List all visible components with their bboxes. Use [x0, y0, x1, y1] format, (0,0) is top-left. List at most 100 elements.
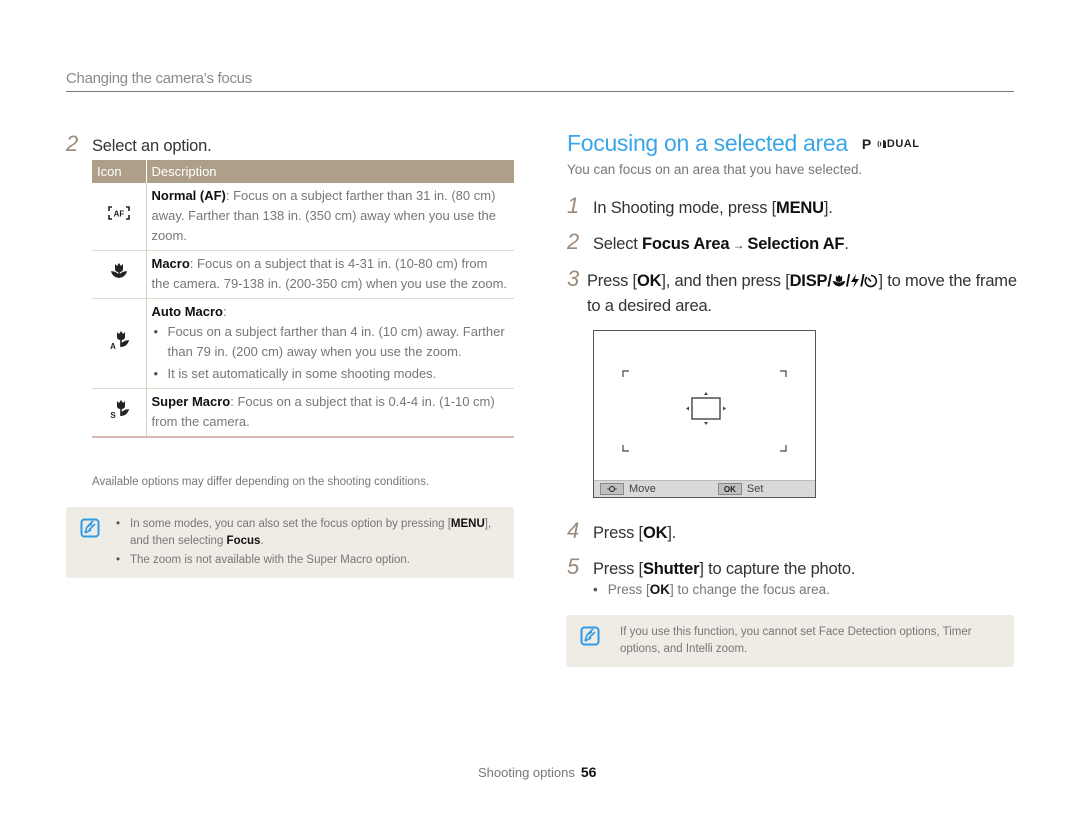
arrow-up-icon [704, 392, 708, 395]
step-text: Press [OK]. [593, 522, 676, 545]
corner-bottom-right [780, 445, 787, 452]
option-bullet: It is set automatically in some shooting… [152, 364, 510, 384]
arrow-left-icon [686, 406, 689, 411]
option-title: Macro [151, 256, 190, 271]
step-number: 2 [567, 229, 580, 254]
focus-label: Focus [226, 535, 261, 547]
option-title: Normal (AF) [151, 188, 226, 203]
svg-text:A: A [110, 342, 116, 350]
timer-key-icon [864, 272, 878, 295]
step-3: 3 Press [OK], and then press [DISP// /] t… [567, 266, 1017, 318]
set-label: Set [746, 483, 764, 495]
step-text-part: ] to capture the photo. [699, 560, 856, 578]
svg-text:S: S [110, 411, 116, 419]
step-number: 2 [66, 131, 79, 156]
af-normal-icon: AF [107, 205, 130, 227]
header-divider [66, 91, 1014, 92]
note-item: The zoom is not available with the Super… [116, 552, 506, 569]
corner-bottom-left [622, 445, 629, 452]
step-1: 1 In Shooting mode, press [MENU]. [567, 193, 833, 220]
step-text: Select Focus Area → Selection AF. [593, 233, 849, 257]
flash-key-icon [850, 272, 860, 295]
section-title: Changing the camera’s focus [66, 70, 252, 87]
icon-cell: S [92, 388, 147, 438]
step-text: Press [OK], and then press [DISP// /] to … [587, 272, 1017, 315]
heading-text: Focusing on a selected area [567, 130, 848, 156]
description-cell: Super Macro: Focus on a subject that is … [146, 388, 514, 438]
page-number: 56 [580, 764, 597, 780]
step-text: Press [Shutter] to capture the photo. [593, 558, 855, 581]
option-text: : [223, 304, 227, 319]
note-box: In some modes, you can also set the focu… [66, 507, 514, 578]
svg-text:AF: AF [113, 210, 124, 219]
table-row: AF Normal (AF): Focus on a subject farth… [92, 183, 514, 251]
focus-options-table: Icon Description AF Normal (AF): Focus o… [92, 160, 514, 438]
icon-cell [92, 250, 147, 299]
table-header-row: Icon Description [92, 160, 514, 183]
camera-screen-bottom-bar: Move OK Set [594, 480, 815, 497]
arrow-icon: → [729, 238, 748, 252]
step-text-part: Press [ [593, 560, 643, 578]
step-text-part: Press [ [587, 272, 637, 290]
option-bullets: Focus on a subject farther than 4 in. (1… [152, 322, 510, 384]
option-title: Auto Macro [151, 304, 224, 319]
super-macro-icon: S [108, 399, 130, 425]
step-number: 1 [567, 193, 580, 218]
sub-bullet: Press [OK] to change the focus area. [593, 582, 830, 597]
macro-icon [110, 262, 128, 286]
mode-icons: P DUAL [862, 136, 920, 152]
step-2: 2 Select Focus Area → Selection AF. [567, 229, 849, 257]
dual-label: DUAL [886, 137, 920, 150]
focus-area-label: Focus Area [642, 235, 730, 253]
page-heading: Focusing on a selected area P DUAL [567, 130, 919, 157]
step-text-part: ], and then press [ [661, 272, 790, 290]
option-title: Super Macro [151, 394, 231, 409]
column-header-icon: Icon [92, 160, 147, 183]
step-text-part: . [844, 235, 849, 253]
arrow-down-icon [704, 422, 708, 425]
dual-is-icon: DUAL [877, 138, 920, 150]
note-item: In some modes, you can also set the focu… [116, 516, 506, 550]
description-cell: Normal (AF): Focus on a subject farther … [146, 183, 514, 251]
step-text-part: Press [ [593, 524, 643, 542]
intro-text: You can focus on an area that you have s… [567, 162, 863, 177]
step-number: 5 [567, 554, 580, 579]
corner-top-right [780, 370, 787, 377]
step-text: Select an option. [92, 137, 212, 155]
description-cell: Auto Macro: Focus on a subject farther t… [146, 298, 514, 389]
availability-note: Available options may differ depending o… [92, 476, 430, 488]
note-list: In some modes, you can also set the focu… [116, 516, 506, 571]
move-label: Move [629, 483, 656, 495]
step-text-part: Select [593, 235, 643, 253]
disp-key: DISP [789, 272, 828, 290]
table-row: Macro: Focus on a subject that is 4-31 i… [92, 250, 514, 299]
footer-section: Shooting options [478, 765, 575, 780]
step-number: 4 [567, 518, 580, 543]
step-4: 4 Press [OK]. [567, 518, 676, 545]
auto-macro-icon: A [108, 330, 130, 356]
description-cell: Macro: Focus on a subject that is 4-31 i… [146, 250, 514, 299]
step-number: 3 [567, 266, 580, 291]
macro-key-icon [832, 272, 846, 295]
ok-key: OK [649, 582, 670, 597]
note-text: . [260, 535, 264, 547]
note-text: In some modes, you can also set the focu… [130, 518, 451, 530]
focus-area-box [691, 397, 721, 420]
ok-key: OK [642, 524, 668, 542]
step-text-part: ]. [823, 199, 833, 217]
menu-key: MENU [450, 518, 485, 530]
shutter-key: Shutter [642, 560, 700, 578]
camera-screen-illustration: Move OK Set [593, 330, 816, 498]
table-row: A Auto Macro: Focus on a subject farther… [92, 298, 514, 389]
program-mode-icon: P [861, 135, 871, 152]
step-5: 5 Press [Shutter] to capture the photo. [567, 554, 855, 581]
focus-frame-graphic [622, 370, 787, 452]
option-text: : Focus on a subject that is 4-31 in. (1… [151, 256, 508, 291]
bullet-text: ] to change the focus area. [670, 582, 830, 597]
note-icon [580, 626, 600, 646]
icon-cell: AF [92, 183, 147, 251]
step-2-left: 2 Select an option. [66, 131, 212, 158]
dpad-icon [600, 483, 624, 495]
step-text-part: In Shooting mode, press [ [593, 199, 777, 217]
menu-key: MENU [776, 199, 824, 217]
